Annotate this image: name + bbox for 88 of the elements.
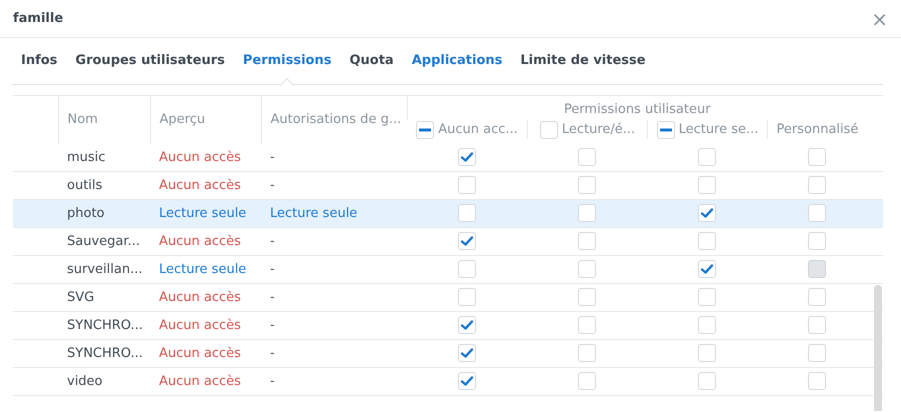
close-button[interactable]: × — [871, 8, 888, 28]
checkbox[interactable] — [458, 204, 476, 222]
column-header[interactable]: Aperçu — [160, 112, 206, 127]
column-header: Personnalisé — [776, 120, 858, 139]
access-level: Aucun accès — [150, 312, 261, 340]
scrollbar[interactable] — [874, 285, 882, 411]
access-level: - — [261, 312, 407, 340]
minus-icon — [660, 128, 672, 132]
checkbox[interactable] — [458, 176, 476, 194]
checkbox[interactable] — [808, 288, 826, 306]
checkbox[interactable] — [698, 148, 716, 166]
column-group-header: Permissions utilisateur — [564, 102, 711, 117]
checkmark-icon — [460, 150, 474, 163]
checkbox[interactable] — [578, 204, 596, 222]
checkbox[interactable] — [698, 288, 716, 306]
table-cell: photo — [58, 200, 150, 228]
checkbox[interactable] — [808, 344, 826, 362]
tab[interactable]: Groupes utilisateurs — [66, 38, 234, 84]
select-all-checkbox[interactable] — [656, 120, 675, 138]
column-header[interactable]: Nom — [68, 112, 98, 127]
column-header: Aucun acc... — [438, 120, 518, 139]
access-level: Aucun accès — [150, 368, 261, 396]
checkmark-icon — [460, 347, 474, 360]
checkmark-icon — [700, 263, 714, 276]
checkbox[interactable] — [578, 232, 596, 250]
access-level: Aucun accès — [150, 340, 261, 368]
checkbox[interactable] — [458, 260, 476, 278]
table-cell: SYNCHRO... — [58, 312, 150, 340]
table-cell: SVG — [58, 284, 150, 312]
column-header: Lecture se... — [678, 120, 758, 139]
access-level: Aucun accès — [150, 284, 261, 312]
window-title: famille — [13, 10, 64, 28]
access-level: - — [261, 144, 407, 172]
access-level: Lecture seule — [150, 200, 261, 228]
checkbox[interactable] — [578, 260, 596, 278]
access-level: Lecture seule — [150, 256, 261, 284]
checkbox[interactable] — [698, 316, 716, 334]
checkbox[interactable] — [458, 288, 476, 306]
access-level: Aucun accès — [150, 228, 261, 256]
access-level: - — [261, 228, 407, 256]
table-cell: music — [58, 144, 150, 172]
select-all-checkbox[interactable] — [540, 120, 558, 138]
access-level: - — [261, 340, 407, 368]
checkmark-icon — [460, 319, 474, 332]
checkbox[interactable] — [578, 372, 596, 390]
column-header: Lecture/é... — [562, 120, 636, 139]
access-level: Aucun accès — [150, 144, 261, 172]
checkbox[interactable] — [698, 372, 716, 390]
minus-icon — [419, 128, 432, 132]
checkbox[interactable] — [808, 148, 826, 166]
checkbox[interactable] — [808, 232, 826, 250]
checkbox[interactable] — [578, 176, 596, 194]
access-level: Lecture seule — [261, 200, 407, 228]
table-cell: surveillan... — [58, 256, 150, 284]
access-level: - — [261, 256, 407, 284]
checkmark-icon — [460, 235, 474, 248]
tab[interactable]: Permissions — [234, 38, 340, 84]
checkbox[interactable] — [698, 204, 716, 222]
checkmark-icon — [460, 375, 474, 388]
checkbox[interactable] — [458, 372, 476, 390]
checkbox[interactable] — [578, 148, 596, 166]
access-level: - — [261, 368, 407, 396]
checkbox[interactable] — [458, 344, 476, 362]
checkbox[interactable] — [698, 260, 716, 278]
access-level: - — [261, 284, 407, 312]
checkbox[interactable] — [458, 148, 476, 166]
checkbox[interactable] — [698, 176, 716, 194]
checkbox[interactable] — [578, 288, 596, 306]
checkbox[interactable] — [808, 204, 826, 222]
checkmark-icon — [700, 207, 714, 220]
table-cell: Sauvegar... — [58, 228, 150, 256]
checkbox[interactable] — [578, 344, 596, 362]
column-header[interactable]: Autorisations de g... — [270, 112, 402, 127]
checkbox[interactable] — [698, 232, 716, 250]
tab[interactable]: Limite de vitesse — [511, 38, 655, 84]
table-cell: video — [58, 368, 150, 396]
checkbox[interactable] — [458, 316, 476, 334]
checkbox[interactable] — [808, 372, 826, 390]
select-all-checkbox[interactable] — [416, 120, 434, 138]
checkbox[interactable] — [808, 176, 826, 194]
checkbox[interactable] — [808, 316, 826, 334]
tab[interactable]: Quota — [340, 38, 403, 84]
checkbox[interactable] — [698, 344, 716, 362]
tab[interactable]: Applications — [402, 38, 512, 84]
table-cell: SYNCHRO... — [58, 340, 150, 368]
checkbox[interactable] — [458, 232, 476, 250]
tab[interactable]: Infos — [12, 38, 66, 84]
checkbox[interactable] — [578, 316, 596, 334]
